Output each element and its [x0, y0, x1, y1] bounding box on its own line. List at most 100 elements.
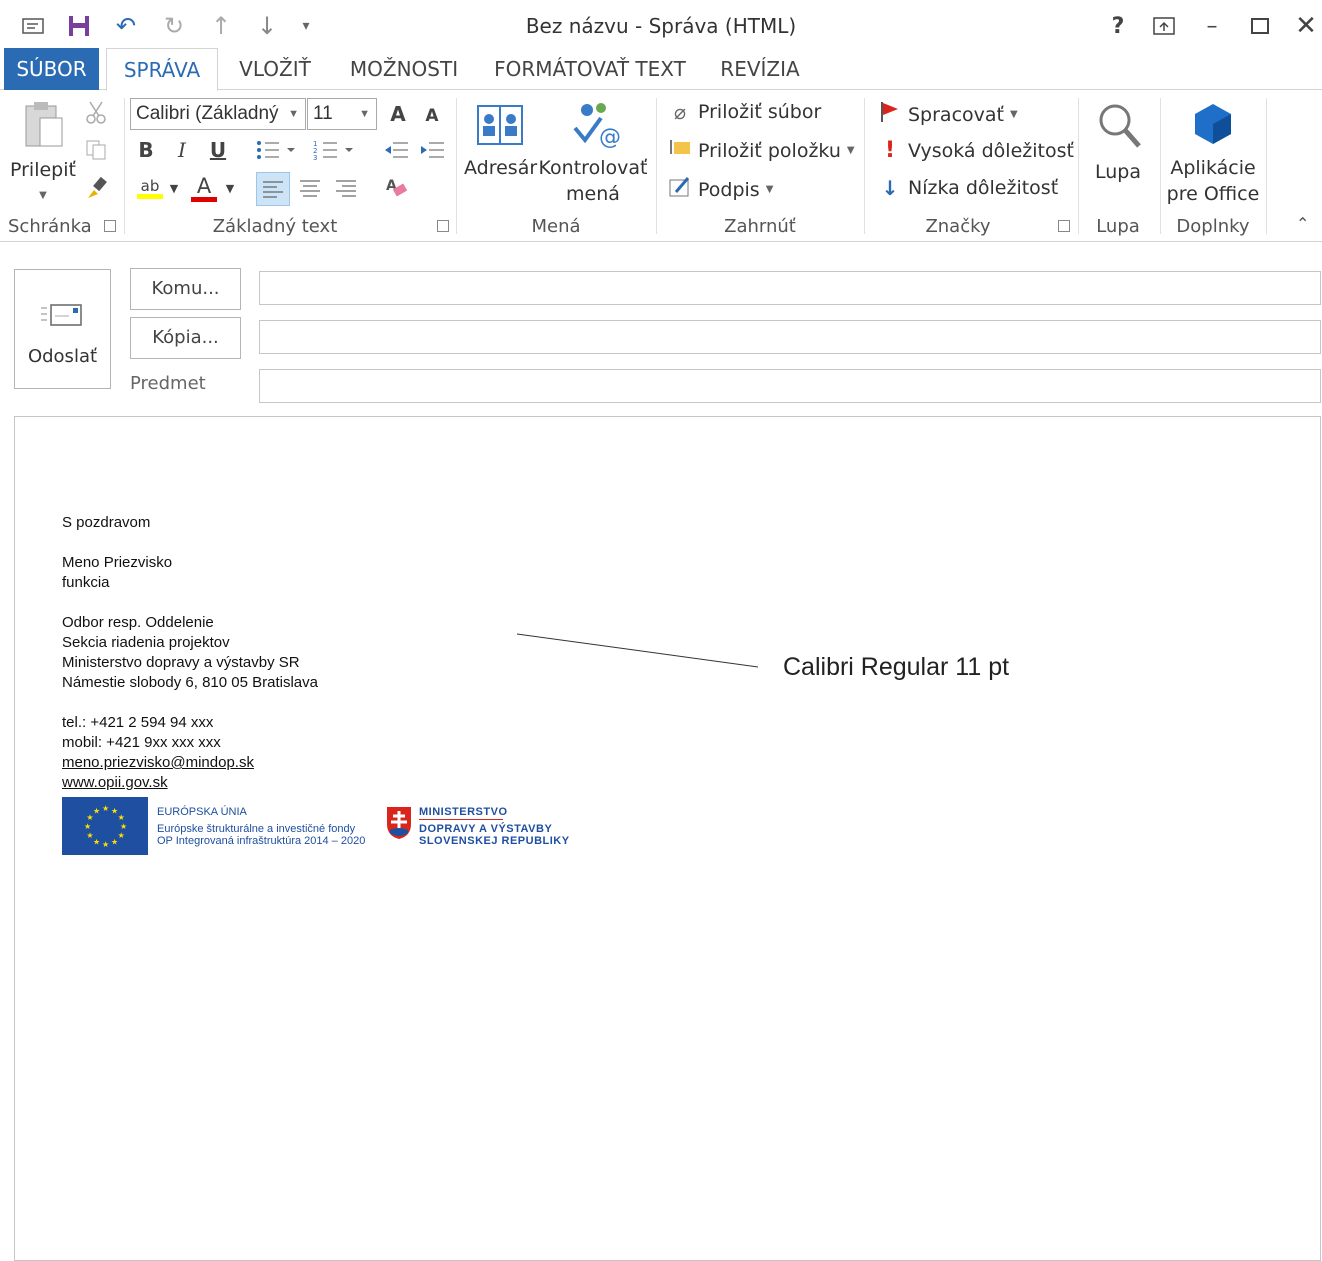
highlight-button[interactable]: ab	[130, 172, 170, 204]
italic-button[interactable]: I	[166, 134, 198, 166]
signature-role: funkcia	[62, 574, 110, 591]
align-right-icon[interactable]	[330, 172, 362, 204]
font-annotation: Calibri Regular 11 pt	[783, 653, 1010, 681]
cc-field[interactable]	[259, 320, 1321, 354]
group-label-basic-text: Základný text	[212, 216, 338, 237]
eu-star: ★	[118, 831, 125, 840]
office-apps-label-2: pre Office	[1166, 183, 1260, 205]
attach-file-label: Priložiť súbor	[698, 101, 822, 123]
signature-greeting: S pozdravom	[62, 514, 151, 531]
eu-flag-logo: ★ ★ ★ ★ ★ ★ ★ ★ ★ ★ ★ ★	[62, 797, 148, 855]
address-book-button[interactable]: Adresár	[464, 102, 537, 181]
eu-star: ★	[102, 840, 109, 849]
send-button[interactable]: Odoslať	[14, 269, 111, 389]
chevron-down-icon[interactable]: ▼	[166, 172, 182, 204]
help-button[interactable]: ?	[1100, 10, 1136, 42]
decrease-indent-icon[interactable]	[380, 134, 412, 166]
office-apps-icon	[1195, 104, 1231, 144]
high-importance-label: Vysoká dôležitosť	[908, 139, 1074, 162]
check-names-label-1: Kontrolovať	[538, 157, 648, 179]
signature-phone: tel.: +421 2 594 94 xxx	[62, 714, 214, 731]
grow-font-icon[interactable]: A	[382, 98, 414, 130]
font-color-button[interactable]: A	[188, 172, 220, 204]
web-link[interactable]: www.opii.gov.sk	[62, 774, 168, 791]
zoom-button[interactable]: Lupa	[1086, 100, 1150, 185]
chevron-down-icon: ▼	[359, 108, 370, 120]
signature-section: Sekcia riadenia projektov	[62, 634, 230, 651]
tab-insert[interactable]: VLOŽIŤ	[228, 48, 322, 90]
tab-message[interactable]: SPRÁVA	[106, 48, 218, 91]
copy-icon[interactable]	[80, 134, 112, 166]
flag-icon	[878, 100, 902, 129]
address-book-icon	[477, 105, 523, 145]
tab-format-text[interactable]: FORMÁTOVAŤ TEXT	[488, 48, 692, 90]
align-center-icon[interactable]	[294, 172, 326, 204]
to-button[interactable]: Komu...	[130, 268, 241, 310]
signature-icon	[668, 176, 692, 203]
ribbon-separator	[864, 98, 865, 234]
ministry-name-line3: SLOVENSKEJ REPUBLIKY	[419, 835, 570, 847]
chevron-down-icon[interactable]: ▼	[222, 172, 238, 204]
ministry-coat-of-arms-logo	[386, 806, 412, 844]
attach-item-button[interactable]: Priložiť položku ▼	[668, 138, 855, 163]
increase-indent-icon[interactable]	[416, 134, 448, 166]
close-icon[interactable]: ✕	[1288, 10, 1322, 42]
svg-text:3: 3	[313, 154, 317, 162]
chevron-down-icon: ▼	[765, 184, 774, 195]
eu-star: ★	[93, 838, 100, 847]
clear-formatting-icon[interactable]: A	[380, 172, 412, 204]
tab-review[interactable]: REVÍZIA	[712, 48, 808, 90]
align-left-icon	[263, 181, 283, 198]
font-color-label: A	[196, 173, 212, 198]
group-label-include: Zahrnúť	[724, 216, 796, 237]
bullet-list-icon	[257, 141, 295, 159]
ribbon-tabs: SÚBOR SPRÁVA VLOŽIŤ MOŽNOSTI FORMÁTOVAŤ …	[0, 48, 1322, 91]
ribbon-separator	[1160, 98, 1161, 234]
check-names-button[interactable]: @ Kontrolovať mená	[538, 100, 648, 207]
minimize-icon[interactable]: –	[1194, 10, 1230, 42]
eu-star: ★	[84, 822, 91, 831]
maximize-icon[interactable]	[1242, 10, 1278, 42]
font-color-swatch	[191, 196, 217, 202]
underline-button[interactable]: U	[202, 134, 234, 166]
paste-button[interactable]: Prilepiť ▼	[8, 98, 78, 209]
basic-text-launcher-icon[interactable]	[437, 220, 449, 232]
clipboard-launcher-icon[interactable]	[104, 220, 116, 232]
bold-button[interactable]: B	[130, 134, 162, 166]
bullets-button[interactable]	[252, 134, 302, 166]
shrink-font-icon[interactable]: A	[416, 100, 448, 132]
low-importance-button[interactable]: ↓ Nízka dôležitosť	[878, 176, 1059, 200]
subject-field[interactable]	[259, 369, 1321, 403]
eu-star: ★	[120, 822, 127, 831]
tags-launcher-icon[interactable]	[1058, 220, 1070, 232]
follow-up-button[interactable]: Spracovať ▼	[878, 100, 1018, 129]
ribbon-display-options-icon[interactable]	[1146, 10, 1182, 42]
attach-file-button[interactable]: ⌀ Priložiť súbor	[668, 100, 821, 124]
check-names-icon: @	[573, 103, 621, 150]
ribbon-separator	[1078, 98, 1079, 234]
paperclip-icon: ⌀	[673, 100, 687, 124]
annotation-pointer-line	[516, 633, 759, 668]
chevron-down-icon: ▼	[39, 190, 47, 201]
attach-item-icon	[668, 138, 692, 163]
to-field[interactable]	[259, 271, 1321, 305]
numbering-button[interactable]: 123	[310, 134, 360, 166]
format-painter-icon[interactable]	[80, 172, 112, 204]
email-link[interactable]: meno.priezvisko@mindop.sk	[62, 754, 254, 771]
signature-button[interactable]: Podpis ▼	[668, 176, 773, 203]
collapse-ribbon-icon[interactable]: ⌃	[1296, 214, 1309, 233]
high-importance-button[interactable]: ! Vysoká dôležitosť	[878, 138, 1074, 163]
ribbon-separator	[456, 98, 457, 234]
cut-icon[interactable]	[80, 96, 112, 128]
zoom-label: Lupa	[1095, 161, 1141, 183]
numbered-list-icon: 123	[313, 140, 353, 162]
tab-file[interactable]: SÚBOR	[4, 48, 99, 90]
signature-web-row: www.opii.gov.sk	[62, 773, 168, 793]
cc-button[interactable]: Kópia...	[130, 317, 241, 359]
send-label: Odoslať	[27, 346, 98, 367]
office-apps-button[interactable]: Aplikácie pre Office	[1166, 100, 1260, 207]
font-size-select[interactable]: 11 ▼	[307, 98, 377, 130]
font-name-select[interactable]: Calibri (Základný ▼	[130, 98, 306, 130]
tab-options[interactable]: MOŽNOSTI	[340, 48, 468, 90]
align-left-button[interactable]	[256, 172, 290, 206]
